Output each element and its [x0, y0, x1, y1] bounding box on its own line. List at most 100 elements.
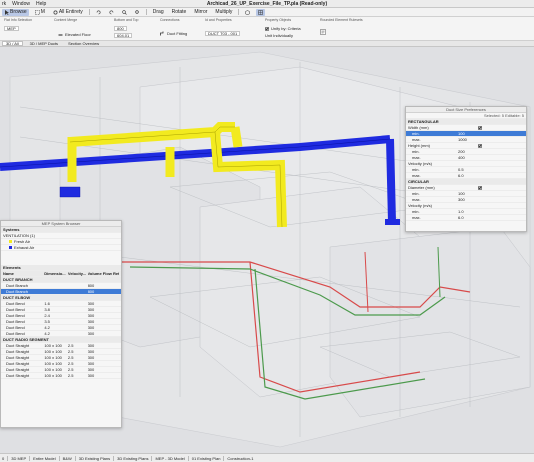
info-box: Flat Info Selection Content Merge Bottom…	[0, 17, 534, 41]
cube-icon	[245, 9, 251, 15]
separator	[223, 455, 225, 461]
main-toolbar: Browse M All Entirety Drag Rotate Mirror…	[0, 8, 534, 17]
separator	[29, 455, 31, 461]
marquee-icon	[34, 9, 40, 15]
redo-icon	[109, 10, 114, 14]
all-entirety-button[interactable]: All Entirety	[51, 9, 85, 16]
table-row[interactable]: Duct Straight 100 x 100 2.5 300	[1, 373, 121, 379]
table-cell: Duct Bend	[6, 331, 25, 336]
infobox-group-layer: Id and Properties	[205, 18, 232, 22]
separator	[113, 455, 115, 461]
mirror-button[interactable]: Mirror	[192, 9, 209, 16]
menu-item-rk[interactable]: rk	[2, 1, 6, 7]
table-cell: 100 x 100	[44, 373, 62, 378]
element-id-field[interactable]: DUCT T03 - 001	[205, 31, 241, 36]
browse-button[interactable]: Browse	[2, 8, 29, 16]
unify-criteria-toggle[interactable]: Unify by: Criteria	[265, 26, 301, 31]
ruleset-button[interactable]	[320, 29, 326, 35]
duct-fitting-button[interactable]: Duct Fitting	[160, 31, 187, 36]
status-model-view[interactable]: B&W	[63, 456, 72, 461]
table-cell: 100 x 100	[44, 343, 62, 348]
height-checkbox[interactable]	[478, 143, 482, 148]
table-cell: Duct Branch	[6, 289, 29, 294]
fresh-air-swatch-icon	[9, 240, 12, 243]
table-cell: 800	[87, 289, 95, 294]
status-construction[interactable]: Construction-1	[227, 456, 253, 461]
table-cell: 300	[87, 361, 95, 366]
menu-item-help[interactable]: Help	[36, 1, 46, 7]
table-cell: 2.5	[67, 343, 74, 348]
table-cell: 100 x 100	[44, 355, 62, 360]
table-cell: 3.8	[44, 307, 50, 312]
ruleset-icon	[320, 29, 326, 35]
table-cell: 300	[87, 313, 95, 318]
view-3d-button[interactable]	[243, 9, 252, 16]
table-cell: 2.5	[67, 355, 74, 360]
diameter-checkbox[interactable]	[478, 185, 482, 190]
unify-checkbox[interactable]	[265, 26, 269, 31]
infobox-group-bottom-top: Bottom and Top	[114, 18, 139, 22]
status-zoom[interactable]: 0	[2, 456, 4, 461]
table-cell: Duct Straight	[6, 343, 30, 348]
zoom-out-button[interactable]	[133, 9, 142, 16]
redo-button[interactable]	[107, 9, 116, 16]
zoom-in-button[interactable]	[120, 9, 129, 16]
arrow-pointer-icon	[5, 9, 9, 15]
drag-button[interactable]: Drag	[151, 9, 166, 16]
layer-field[interactable]: MEP	[4, 26, 19, 31]
view-axonometric-button[interactable]	[256, 8, 266, 16]
width-checkbox[interactable]	[478, 125, 482, 130]
undo-button[interactable]	[94, 9, 103, 16]
infobox-group-selection: Flat Info Selection	[4, 18, 33, 22]
separator	[145, 9, 147, 15]
status-bar: 0 3D MEP Entire Model B&W 3D Existing Pl…	[0, 453, 534, 462]
mep-system-browser: MEP System Browser Systems VENTILATION (…	[0, 220, 122, 428]
table-cell: Duct Straight	[6, 361, 30, 366]
coord-a-field[interactable]: 800	[114, 26, 127, 31]
tab-section-overview[interactable]: Section Overview	[65, 41, 102, 46]
zoom-out-icon	[135, 9, 139, 14]
status-override[interactable]: MEP - 3D Model	[155, 456, 184, 461]
window-title: Archicad_26_UP_Exercise_File_TP.pla (Rea…	[206, 0, 328, 7]
table-cell: 300	[87, 325, 95, 330]
status-plan[interactable]: 01 Existing Plan	[192, 456, 221, 461]
unit-individually-field[interactable]: Unit Individually	[265, 33, 293, 38]
tab-3d-mep-ducts[interactable]: 3D / MEP Ducts	[27, 41, 61, 46]
status-view[interactable]: 3D Existing Plans	[79, 456, 110, 461]
table-cell: 2.5	[67, 349, 74, 354]
menu-item-window[interactable]: Window	[12, 1, 30, 7]
rotate-button[interactable]: Rotate	[170, 9, 189, 16]
system-tree-exhaust-air[interactable]: Exhaust Air	[1, 245, 121, 251]
status-filter[interactable]: 3D Existing Plans	[117, 456, 148, 461]
multiply-button[interactable]: Multiply	[213, 9, 234, 16]
duct-fitting-icon	[160, 31, 164, 36]
marquee-button[interactable]: M	[33, 9, 47, 16]
table-cell: Duct Straight	[6, 349, 30, 354]
status-layer-combination[interactable]: 3D MEP	[11, 456, 26, 461]
table-cell: 100 x 100	[44, 367, 62, 372]
position-field[interactable]: Elevated Floor	[58, 32, 91, 37]
table-cell: Duct Bend	[6, 325, 25, 330]
exhaust-air-swatch-icon	[9, 246, 12, 249]
menu-bar: rk Window Help Archicad_26_UP_Exercise_F…	[0, 0, 534, 8]
table-cell: 2.5	[67, 373, 74, 378]
circ-velocity-max-row[interactable]: max. 6.0	[406, 215, 526, 221]
table-cell: 300	[87, 343, 95, 348]
status-pen-set[interactable]: Entire Model	[33, 456, 55, 461]
table-cell: 3.5	[44, 319, 50, 324]
table-cell: 300	[87, 355, 95, 360]
table-cell: 4.2	[44, 331, 50, 336]
tab-3d-all[interactable]: 3D / All	[2, 41, 23, 46]
table-cell: 2.4	[44, 313, 50, 318]
infobox-group-connections: Connections	[160, 18, 180, 22]
table-cell: Duct Bend	[6, 319, 25, 324]
3d-viewport[interactable]: Duct Size Preferences Selected: 5 Editab…	[0, 47, 534, 453]
table-cell: 300	[87, 373, 95, 378]
table-cell: Duct Bend	[6, 301, 25, 306]
table-cell: 2.5	[67, 361, 74, 366]
separator	[58, 455, 60, 461]
gear-icon	[53, 10, 58, 14]
floor-icon	[58, 34, 63, 36]
table-cell: 800	[87, 283, 95, 288]
coord-b-field[interactable]: 604.01	[114, 33, 133, 38]
